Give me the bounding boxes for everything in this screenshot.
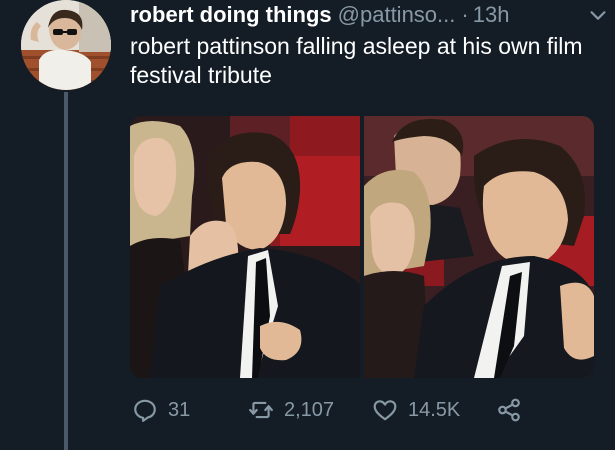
avatar-image [21, 0, 111, 90]
tweet-text: robert pattinson falling asleep at his o… [130, 33, 583, 88]
media-photo-2[interactable] [364, 116, 594, 378]
like-count: 14.5K [408, 398, 461, 421]
timestamp[interactable]: 13h [473, 2, 510, 28]
tweet-header: robert doing things @pattinso... · 13h [130, 0, 610, 30]
retweet-icon [249, 401, 273, 419]
reply-icon [134, 399, 156, 422]
thread-line [64, 92, 68, 450]
share-icon [498, 398, 520, 422]
reply-count: 31 [168, 398, 191, 421]
retweet-count: 2,107 [284, 398, 335, 421]
media-grid [130, 116, 594, 378]
separator-dot: · [461, 2, 469, 27]
media-photo-1[interactable] [130, 116, 360, 378]
chevron-down-icon[interactable] [587, 4, 609, 26]
author-handle[interactable]: @pattinso... [338, 2, 456, 28]
photo-image [364, 116, 594, 378]
heart-icon [373, 400, 397, 421]
avatar[interactable] [21, 0, 111, 90]
share-button[interactable] [496, 395, 522, 425]
photo-image [130, 116, 360, 378]
action-bar: 31 2,107 14.5K [130, 395, 570, 425]
author-name[interactable]: robert doing things [130, 2, 332, 28]
reply-button[interactable]: 31 [132, 395, 190, 425]
retweet-button[interactable]: 2,107 [248, 395, 334, 425]
like-button[interactable]: 14.5K [372, 395, 460, 425]
